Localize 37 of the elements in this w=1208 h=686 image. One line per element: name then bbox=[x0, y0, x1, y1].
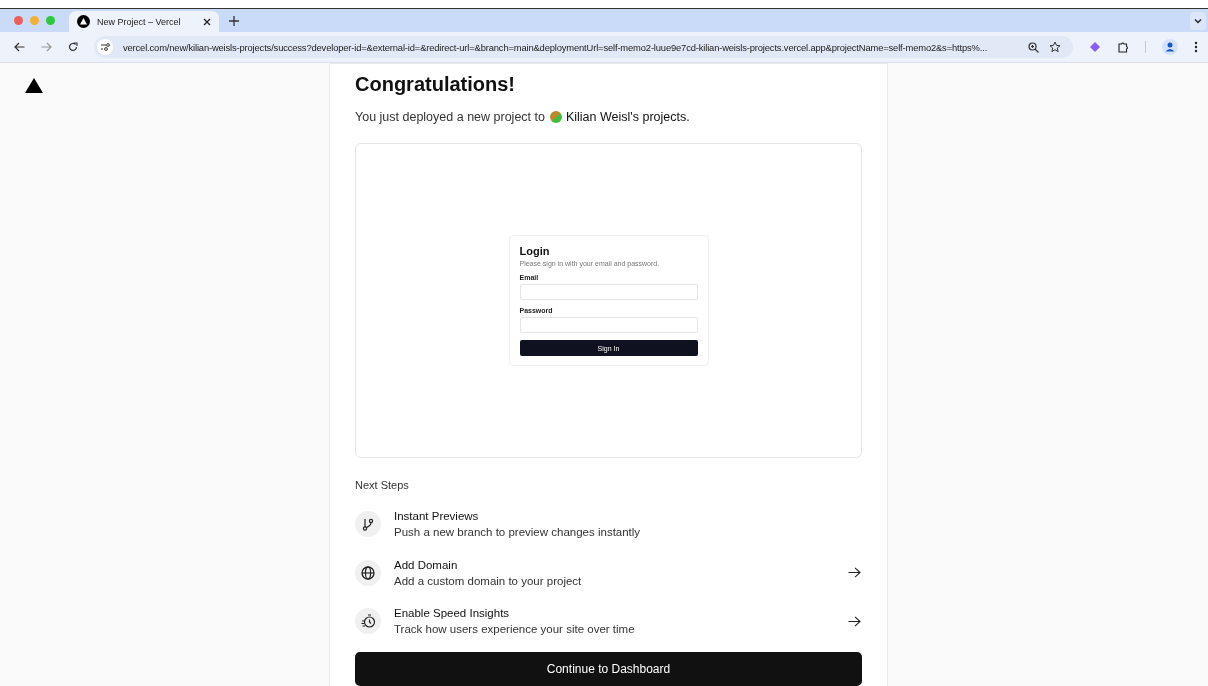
input-field[interactable] bbox=[519, 317, 698, 334]
step-description: Push a new branch to preview changes instantly bbox=[394, 526, 642, 538]
step-title: Add Domain bbox=[394, 558, 459, 571]
back-arrow-icon[interactable] bbox=[14, 42, 25, 52]
globe-icon bbox=[361, 565, 375, 580]
branch-icon bbox=[362, 517, 374, 531]
zoom-icon[interactable] bbox=[1028, 41, 1039, 53]
browser-tab[interactable]: New Project – Vercel bbox=[69, 11, 219, 32]
diamond-icon[interactable] bbox=[1089, 41, 1101, 53]
input-field[interactable] bbox=[519, 284, 698, 301]
page-heading: Congratulations! bbox=[355, 73, 516, 96]
arrow-right-icon[interactable] bbox=[848, 567, 861, 579]
team-name: Kilian Weisl's projects. bbox=[565, 110, 690, 124]
puzzle-icon[interactable] bbox=[1117, 41, 1129, 53]
login-title: Login bbox=[519, 245, 551, 258]
reload-icon[interactable] bbox=[68, 42, 78, 52]
profile-avatar-icon[interactable] bbox=[1162, 39, 1178, 55]
step-title: Instant Previews bbox=[394, 510, 480, 522]
site-settings-icon[interactable] bbox=[97, 39, 113, 55]
section-title: Next Steps bbox=[355, 479, 410, 492]
triangle-logo-icon bbox=[77, 15, 90, 28]
stopwatch-icon bbox=[360, 614, 376, 629]
forward-arrow-icon[interactable] bbox=[41, 42, 52, 52]
chevron-down-icon[interactable] bbox=[1190, 11, 1206, 30]
triangle-logo-icon[interactable] bbox=[25, 78, 43, 93]
step-title: Enable Speed Insights bbox=[394, 607, 511, 620]
address-bar[interactable]: vercel.com/new/kilian-weisls-projects/success?developer-id=&external-id=&redirect-url=&branch=main&deploymentUrl=self-memo2-luue9e7cd-kilian-weisls-projects.vercel.app&projectName=self-memo2&s=https%... bbox=[94, 36, 1073, 58]
more-menu-icon[interactable] bbox=[1194, 41, 1198, 53]
new-tab-icon[interactable] bbox=[229, 15, 239, 26]
step-description: Add a custom domain to your project bbox=[394, 574, 583, 587]
deploy-message: You just deployed a new project to bbox=[355, 110, 545, 124]
star-icon[interactable] bbox=[1049, 41, 1061, 53]
step-description: Track how users experience your site over time bbox=[394, 623, 636, 636]
close-icon[interactable] bbox=[203, 17, 211, 26]
continue-button[interactable]: Continue to Dashboard bbox=[355, 652, 862, 686]
arrow-right-icon[interactable] bbox=[848, 615, 861, 627]
team-avatar-icon bbox=[549, 111, 562, 123]
